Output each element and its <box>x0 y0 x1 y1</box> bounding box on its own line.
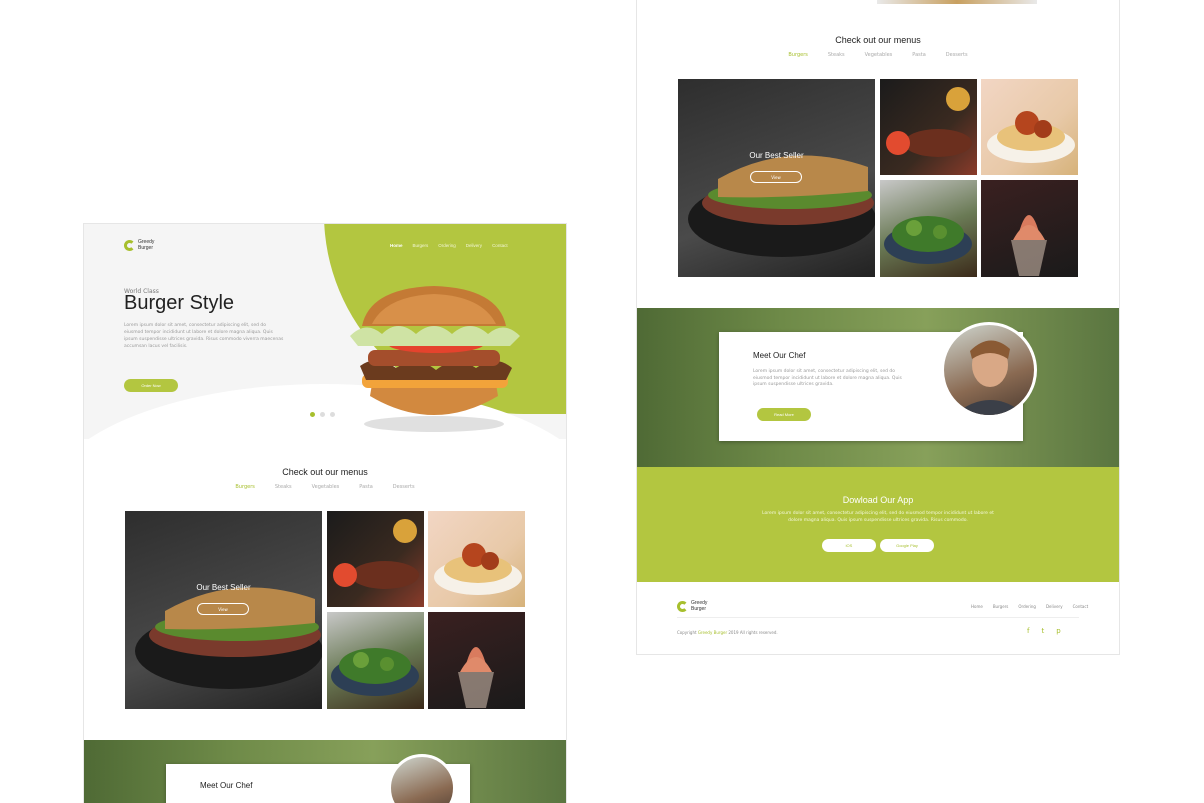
salad-image <box>331 648 419 696</box>
menu-tile-steak[interactable] <box>880 79 977 175</box>
facebook-icon[interactable]: f <box>1027 627 1029 635</box>
footer-nav-home[interactable]: Home <box>971 604 983 609</box>
dessert-image <box>458 647 494 708</box>
hero-carousel-dots <box>310 412 335 417</box>
brand-line-2: Burger <box>138 245 154 251</box>
hero-text: Lorem ipsum dolor sit amet, consectetur … <box>124 323 284 349</box>
carousel-dot-2[interactable] <box>320 412 325 417</box>
tab-burgers[interactable]: Burgers <box>235 484 254 490</box>
main-nav: Home Burgers Ordering Delivery Contact <box>390 243 508 248</box>
pasta-image <box>987 111 1075 163</box>
footer-nav-ordering[interactable]: Ordering <box>1018 604 1036 609</box>
menu-tile-vegetables[interactable] <box>327 612 424 709</box>
steak-image <box>333 519 419 589</box>
hero-title: Burger Style <box>124 292 235 314</box>
carousel-dot-1[interactable] <box>310 412 315 417</box>
nav-burgers[interactable]: Burgers <box>413 243 429 248</box>
menu-tile-desserts[interactable] <box>981 180 1078 277</box>
footer-nav: Home Burgers Ordering Delivery Contact <box>971 604 1088 609</box>
salad-image <box>884 216 972 264</box>
landing-page-preview-left: Greedy Burger Home Burgers Ordering Deli… <box>84 224 566 803</box>
brand-logo[interactable]: Greedy Burger <box>124 239 154 251</box>
tab-pasta[interactable]: Pasta <box>912 52 925 58</box>
menu-tile-desserts[interactable] <box>428 612 525 709</box>
nav-ordering[interactable]: Ordering <box>438 243 456 248</box>
menu-tile-pasta[interactable] <box>981 79 1078 175</box>
footer-nav-delivery[interactable]: Delivery <box>1046 604 1063 609</box>
menu-tile-vegetables[interactable] <box>880 180 977 277</box>
nav-home[interactable]: Home <box>390 243 403 248</box>
tab-vegetables[interactable]: Vegetables <box>865 52 893 58</box>
best-seller-label: Our Best Seller <box>749 151 804 160</box>
best-seller-tile[interactable]: Our Best Seller View <box>125 511 322 709</box>
dessert-image <box>1011 215 1047 276</box>
read-more-button[interactable]: Read More <box>757 408 811 421</box>
brand-line-2: Burger <box>691 606 707 612</box>
chef-title-left: Meet Our Chef <box>200 781 253 790</box>
footer-nav-contact[interactable]: Contact <box>1073 604 1089 609</box>
nav-contact[interactable]: Contact <box>492 243 508 248</box>
ios-button[interactable]: iOS <box>822 539 876 552</box>
download-app-section: Dowload Our App Lorem ipsum dolor sit am… <box>637 467 1119 582</box>
pasta-image <box>434 543 522 595</box>
logo-icon <box>124 239 135 251</box>
pinterest-icon[interactable]: p <box>1056 627 1060 635</box>
twitter-icon[interactable]: t <box>1041 627 1044 635</box>
copyright-prefix: Copyright <box>677 630 698 635</box>
chef-portrait <box>954 340 1026 415</box>
copyright-text: Copyright Greedy Burger 2019 All rights … <box>677 630 778 635</box>
tab-steaks[interactable]: Steaks <box>275 484 292 490</box>
social-links: f t p <box>1027 627 1061 635</box>
view-button[interactable]: View <box>197 603 249 615</box>
menu-tabs-right: Burgers Steaks Vegetables Pasta Desserts <box>637 52 1119 58</box>
tab-burgers[interactable]: Burgers <box>788 52 807 58</box>
menu-grid-right: Our Best Seller View <box>678 79 1078 277</box>
tab-desserts[interactable]: Desserts <box>946 52 968 58</box>
tab-pasta[interactable]: Pasta <box>359 484 372 490</box>
logo-icon <box>677 600 688 612</box>
menu-tabs: Burgers Steaks Vegetables Pasta Desserts <box>84 484 566 490</box>
menus-title-right: Check out our menus <box>835 35 921 45</box>
view-button[interactable]: View <box>750 171 802 183</box>
app-title: Dowload Our App <box>842 495 914 505</box>
chef-title: Meet Our Chef <box>753 351 806 360</box>
chef-section: Meet Our Chef Lorem ipsum dolor sit amet… <box>637 308 1119 467</box>
chef-text: Lorem ipsum dolor sit amet, consectetur … <box>753 369 902 387</box>
google-play-button[interactable]: Google Play <box>880 539 934 552</box>
order-now-button[interactable]: Order Now <box>124 379 178 392</box>
menu-tile-steak[interactable] <box>327 511 424 607</box>
footer-divider <box>677 617 1079 618</box>
best-seller-label: Our Best Seller <box>196 583 251 592</box>
hero-bottom-edge <box>877 0 1037 4</box>
chef-section-left: Meet Our Chef <box>84 740 566 803</box>
menu-tile-pasta[interactable] <box>428 511 525 607</box>
menus-title: Check out our menus <box>282 467 368 477</box>
nav-delivery[interactable]: Delivery <box>466 243 482 248</box>
app-text: Lorem ipsum dolor sit amet, consectetur … <box>762 511 994 523</box>
burger-image <box>350 286 520 432</box>
hero-section: Greedy Burger Home Burgers Ordering Deli… <box>84 224 566 439</box>
chef-avatar-left <box>388 754 456 803</box>
copyright-brand-link[interactable]: Greedy Burger <box>698 630 727 635</box>
tab-desserts[interactable]: Desserts <box>393 484 415 490</box>
footer-nav-burgers[interactable]: Burgers <box>993 604 1009 609</box>
menu-grid: Our Best Seller View <box>125 511 525 709</box>
footer-logo[interactable]: Greedy Burger <box>677 600 707 612</box>
copyright-suffix: 2019 All rights reserved. <box>727 630 778 635</box>
carousel-dot-3[interactable] <box>330 412 335 417</box>
chef-avatar <box>941 322 1037 418</box>
best-seller-tile[interactable]: Our Best Seller View <box>678 79 875 277</box>
steak-image <box>886 87 972 157</box>
tab-vegetables[interactable]: Vegetables <box>312 484 340 490</box>
landing-page-preview-right: Check out our menus Burgers Steaks Veget… <box>637 0 1119 654</box>
tab-steaks[interactable]: Steaks <box>828 52 845 58</box>
